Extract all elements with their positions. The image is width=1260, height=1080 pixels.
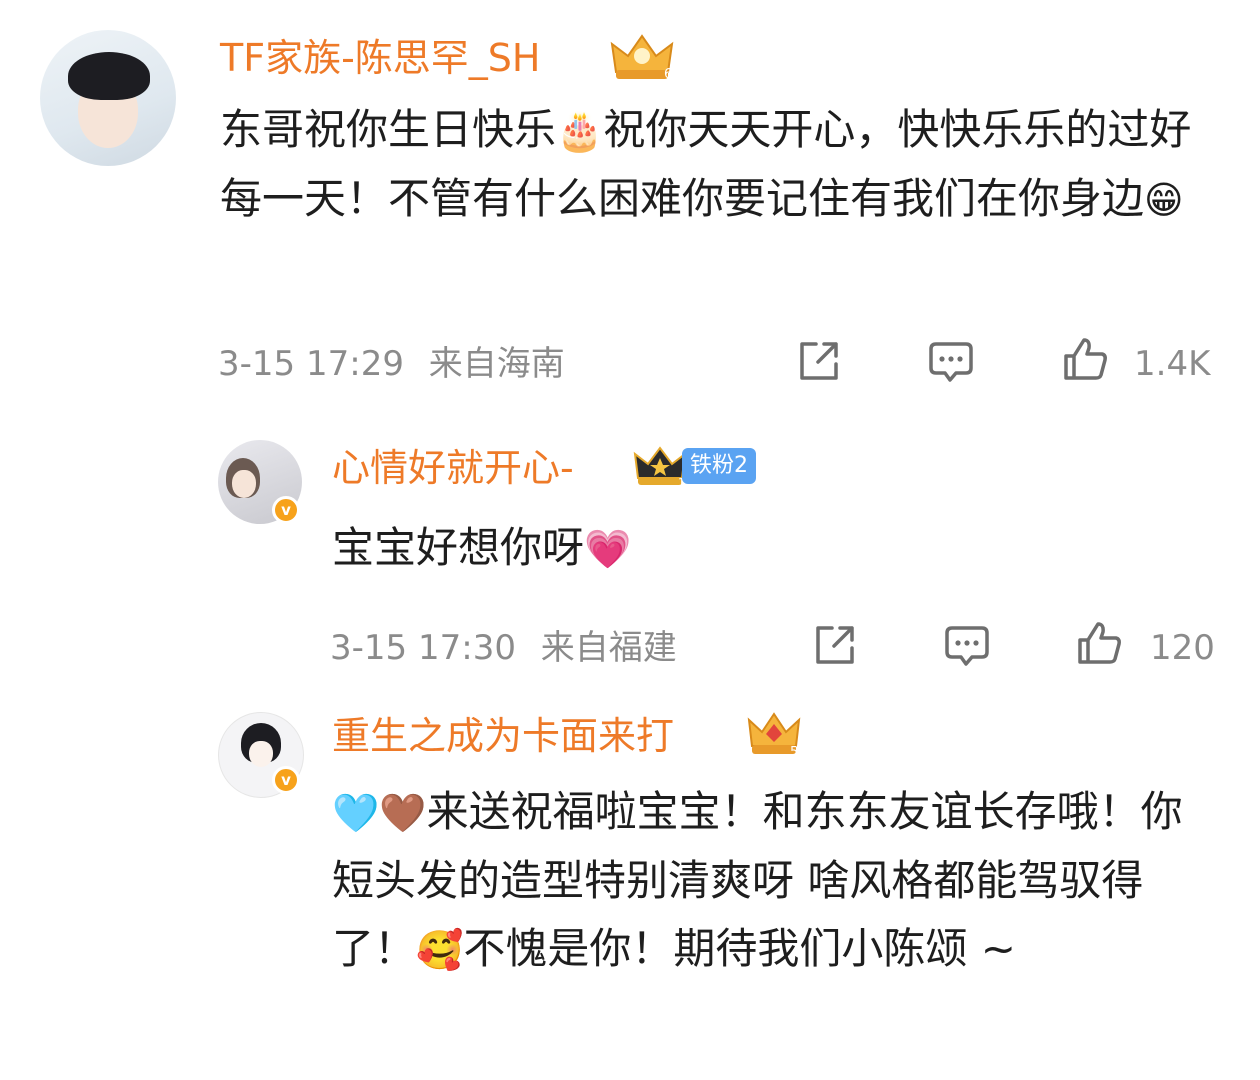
comment-icon[interactable] <box>942 620 992 670</box>
verified-icon: v <box>272 766 300 794</box>
like-count: 1.4K <box>1134 344 1211 384</box>
like-count: 120 <box>1150 628 1215 668</box>
comment-text-part: 东哥祝你生日快乐 <box>220 105 557 154</box>
grin-icon: 😁 <box>1144 178 1184 222</box>
comment-text: 宝宝好想你呀💗 <box>332 514 1212 583</box>
username[interactable]: 重生之成为卡面来打 <box>332 714 674 758</box>
heart-icon: 💗 <box>584 527 632 571</box>
timestamp: 3-15 17:29 <box>218 344 404 384</box>
share-icon[interactable] <box>794 336 844 386</box>
birthday-cake-icon: 🎂 <box>556 109 604 153</box>
crown-level: 6 <box>664 67 672 82</box>
username[interactable]: 心情好就开心- <box>332 446 574 490</box>
fan-badge: 铁粉2 <box>682 448 756 484</box>
light-blue-heart-icon: 🩵 <box>332 791 380 835</box>
brown-heart-icon: 🤎 <box>379 791 427 835</box>
comment-text: 东哥祝你生日快乐🎂祝你天天开心，快快乐乐的过好每一天！不管有什么困难你要记住有我… <box>220 96 1200 234</box>
username[interactable]: TF家族-陈思罕_SH <box>220 36 540 80</box>
comment-meta: 3-15 17:30 来自福建 <box>330 628 677 668</box>
share-icon[interactable] <box>810 620 860 670</box>
avatar-hair <box>68 52 150 100</box>
location: 来自福建 <box>540 628 677 668</box>
comment-meta: 3-15 17:29 来自海南 <box>218 344 565 384</box>
crown-icon: 6 <box>610 34 674 82</box>
comment-text-part: 宝宝好想你呀 <box>332 523 585 572</box>
comment-text: 🩵🤎来送祝福啦宝宝！和东东友谊长存哦！你短头发的造型特别清爽呀 啥风格都能驾驭得… <box>332 778 1212 984</box>
location: 来自海南 <box>428 344 565 384</box>
avatar-face <box>249 741 273 767</box>
comment-text-part: 不愧是你！期待我们小陈颂 ~ <box>463 924 1016 973</box>
hugging-face-icon: 🥰 <box>416 928 464 972</box>
verified-icon: v <box>272 496 300 524</box>
timestamp: 3-15 17:30 <box>330 628 516 668</box>
comment-icon[interactable] <box>926 336 976 386</box>
crown-icon: 5 <box>747 712 801 758</box>
like-icon[interactable] <box>1074 618 1124 668</box>
crown-level: 5 <box>790 745 798 758</box>
avatar-face <box>232 470 256 498</box>
crown-icon: 1 <box>633 446 687 488</box>
like-icon[interactable] <box>1060 334 1110 384</box>
avatar[interactable] <box>40 30 176 166</box>
